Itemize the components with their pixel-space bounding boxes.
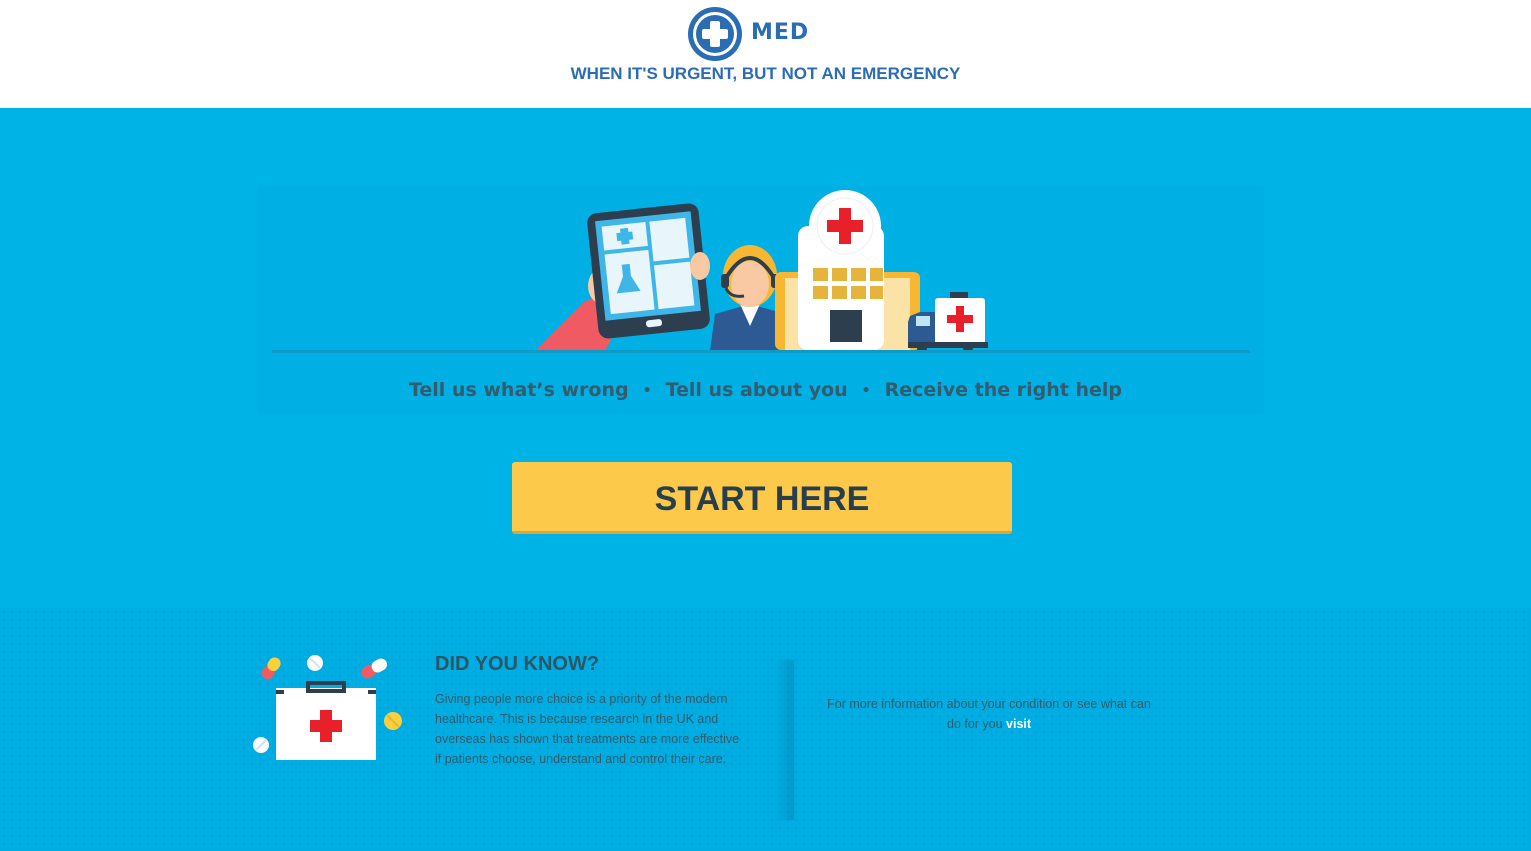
start-here-button[interactable]: START HERE	[512, 462, 1012, 534]
site-header: MED WHEN IT'S URGENT, BUT NOT AN EMERGEN…	[0, 0, 1531, 108]
visit-link[interactable]: visit	[1006, 717, 1031, 731]
step-separator: •	[642, 382, 652, 399]
first-aid-kit-icon	[253, 655, 402, 760]
did-you-know-section	[0, 608, 1531, 851]
section-divider	[776, 660, 794, 820]
tagline: WHEN IT'S URGENT, BUT NOT AN EMERGENCY	[570, 64, 961, 83]
step-separator: •	[861, 382, 871, 399]
info-text: For more information about your conditio…	[827, 697, 1151, 731]
step-3: Receive the right help	[884, 379, 1123, 401]
step-1: Tell us what’s wrong	[408, 379, 629, 401]
did-you-know-title: DID YOU KNOW?	[435, 653, 600, 675]
brand-name[interactable]: MED	[751, 20, 809, 45]
hero-ground-line	[272, 350, 1250, 353]
info-text-block: For more information about your conditio…	[822, 694, 1156, 734]
did-you-know-text: Giving people more choice is a priority …	[435, 692, 740, 766]
steps-row: Tell us what’s wrong • Tell us about you • R…	[0, 379, 1531, 401]
step-2: Tell us about you	[665, 379, 848, 401]
medical-cross-logo-icon[interactable]	[687, 6, 743, 62]
healthcare-services-illustration	[535, 190, 988, 353]
